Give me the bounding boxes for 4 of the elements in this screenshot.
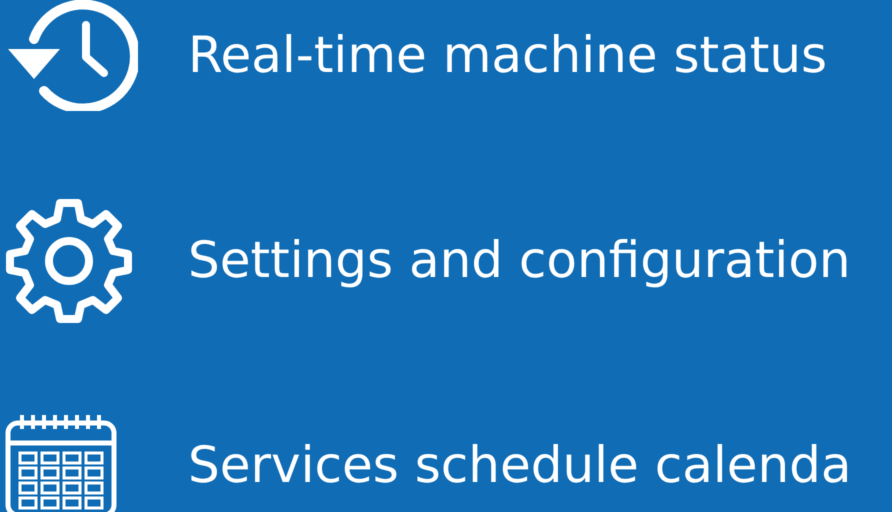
calendar-icon <box>4 413 118 512</box>
feature-label: Settings and configuration <box>188 231 851 289</box>
feature-label: Real-time machine status <box>188 26 828 84</box>
feature-label: Services schedule calenda <box>188 436 852 494</box>
